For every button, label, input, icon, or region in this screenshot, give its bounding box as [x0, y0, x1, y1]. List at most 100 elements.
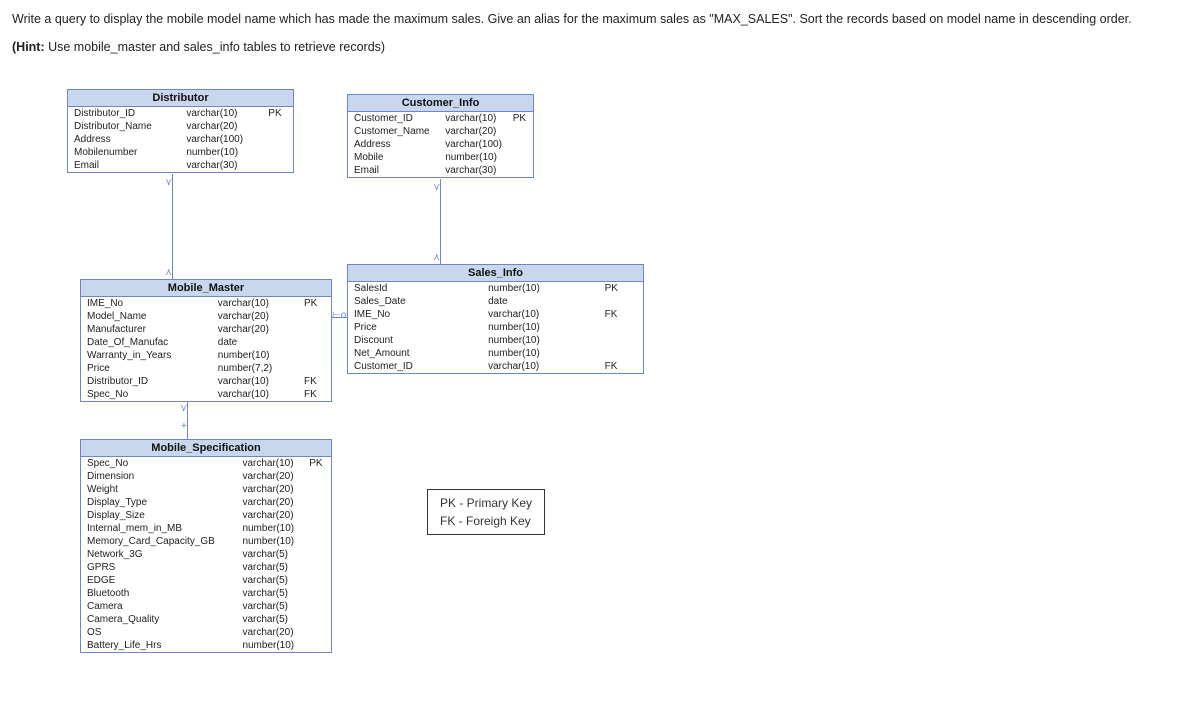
- column-key: FK: [302, 388, 331, 401]
- column-key: [266, 120, 293, 133]
- column-row: Distributor_IDvarchar(10)FK: [81, 375, 331, 388]
- column-key: [511, 138, 533, 151]
- column-key: [307, 483, 331, 496]
- entity-title: Mobile_Master: [81, 280, 331, 297]
- column-type: varchar(10): [482, 308, 603, 321]
- column-name: GPRS: [81, 561, 236, 574]
- column-key: PK: [603, 282, 643, 295]
- column-row: Customer_IDvarchar(10)PK: [348, 112, 533, 125]
- crowfoot-icon: ⋎: [165, 177, 172, 188]
- entity-body: IME_Novarchar(10)PKModel_Namevarchar(20)…: [81, 297, 331, 401]
- crowfoot-icon: ⋎: [433, 182, 440, 193]
- entity-mobile-master: Mobile_Master IME_Novarchar(10)PKModel_N…: [80, 279, 332, 402]
- column-row: Sales_Datedate: [348, 295, 643, 308]
- column-row: Customer_Namevarchar(20): [348, 125, 533, 138]
- column-name: Battery_Life_Hrs: [81, 639, 236, 652]
- crowfoot-icon: ⋏: [433, 252, 440, 263]
- column-type: varchar(100): [180, 133, 266, 146]
- column-row: Distributor_Namevarchar(20): [68, 120, 293, 133]
- column-name: Weight: [81, 483, 236, 496]
- column-row: Mobilenumber(10): [348, 151, 533, 164]
- column-name: Price: [348, 321, 482, 334]
- column-name: Bluetooth: [81, 587, 236, 600]
- column-key: [307, 574, 331, 587]
- column-row: Addressvarchar(100): [348, 138, 533, 151]
- column-name: Distributor_ID: [68, 107, 180, 120]
- column-row: Model_Namevarchar(20): [81, 310, 331, 323]
- column-row: Battery_Life_Hrsnumber(10): [81, 639, 331, 652]
- entity-body: SalesIdnumber(10)PKSales_DatedateIME_Nov…: [348, 282, 643, 373]
- column-name: SalesId: [348, 282, 482, 295]
- crowfoot-icon: +: [181, 421, 187, 432]
- column-key: [307, 613, 331, 626]
- column-key: FK: [302, 375, 331, 388]
- column-row: Mobilenumbernumber(10): [68, 146, 293, 159]
- entity-body: Customer_IDvarchar(10)PKCustomer_Namevar…: [348, 112, 533, 177]
- entity-body: Distributor_IDvarchar(10)PKDistributor_N…: [68, 107, 293, 172]
- column-row: Net_Amountnumber(10): [348, 347, 643, 360]
- column-type: varchar(10): [212, 388, 302, 401]
- column-key: FK: [603, 360, 643, 373]
- column-name: Warranty_in_Years: [81, 349, 212, 362]
- column-row: GPRSvarchar(5): [81, 561, 331, 574]
- column-type: number(10): [236, 522, 307, 535]
- column-name: Address: [68, 133, 180, 146]
- column-name: Memory_Card_Capacity_GB: [81, 535, 236, 548]
- column-name: Spec_No: [81, 388, 212, 401]
- column-type: varchar(20): [439, 125, 511, 138]
- column-name: Email: [68, 159, 180, 172]
- column-name: Date_Of_Manufac: [81, 336, 212, 349]
- column-type: varchar(10): [439, 112, 511, 125]
- column-type: varchar(20): [236, 470, 307, 483]
- column-key: FK: [603, 308, 643, 321]
- column-row: EDGEvarchar(5): [81, 574, 331, 587]
- legend-pk: PK - Primary Key: [440, 494, 532, 512]
- column-row: Network_3Gvarchar(5): [81, 548, 331, 561]
- column-type: varchar(5): [236, 574, 307, 587]
- column-name: IME_No: [348, 308, 482, 321]
- column-key: [511, 125, 533, 138]
- column-key: [302, 362, 331, 375]
- column-key: [307, 587, 331, 600]
- column-name: OS: [81, 626, 236, 639]
- column-type: varchar(30): [180, 159, 266, 172]
- column-row: Cameravarchar(5): [81, 600, 331, 613]
- column-name: EDGE: [81, 574, 236, 587]
- column-row: SalesIdnumber(10)PK: [348, 282, 643, 295]
- column-name: Customer_Name: [348, 125, 439, 138]
- column-name: Display_Size: [81, 509, 236, 522]
- column-type: number(10): [236, 639, 307, 652]
- column-type: varchar(20): [236, 509, 307, 522]
- column-key: [307, 496, 331, 509]
- column-row: IME_Novarchar(10)PK: [81, 297, 331, 310]
- column-type: varchar(10): [482, 360, 603, 373]
- column-row: Weightvarchar(20): [81, 483, 331, 496]
- column-name: Distributor_Name: [68, 120, 180, 133]
- column-name: Manufacturer: [81, 323, 212, 336]
- column-key: [302, 349, 331, 362]
- column-key: PK: [266, 107, 293, 120]
- column-key: [603, 295, 643, 308]
- column-name: Mobilenumber: [68, 146, 180, 159]
- column-type: number(10): [482, 347, 603, 360]
- entity-title: Distributor: [68, 90, 293, 107]
- column-row: Date_Of_Manufacdate: [81, 336, 331, 349]
- question-text: Write a query to display the mobile mode…: [12, 12, 1179, 26]
- column-key: [307, 561, 331, 574]
- hint-body: Use mobile_master and sales_info tables …: [45, 40, 385, 54]
- column-type: varchar(30): [439, 164, 511, 177]
- column-key: PK: [302, 297, 331, 310]
- column-row: Manufacturervarchar(20): [81, 323, 331, 336]
- column-type: date: [212, 336, 302, 349]
- column-name: Customer_ID: [348, 360, 482, 373]
- column-name: Email: [348, 164, 439, 177]
- column-key: [266, 159, 293, 172]
- column-row: Pricenumber(7,2): [81, 362, 331, 375]
- column-row: Pricenumber(10): [348, 321, 643, 334]
- column-row: Internal_mem_in_MBnumber(10): [81, 522, 331, 535]
- hint-text: (Hint: Use mobile_master and sales_info …: [12, 40, 1179, 54]
- column-row: Spec_Novarchar(10)PK: [81, 457, 331, 470]
- column-type: varchar(5): [236, 548, 307, 561]
- er-diagram: ⋏ ⋎ ⋏ ⋎ ⊢o⊣ ⋎ + Distributor Distributor_…: [12, 84, 1112, 704]
- legend-fk: FK - Foreigh Key: [440, 512, 532, 530]
